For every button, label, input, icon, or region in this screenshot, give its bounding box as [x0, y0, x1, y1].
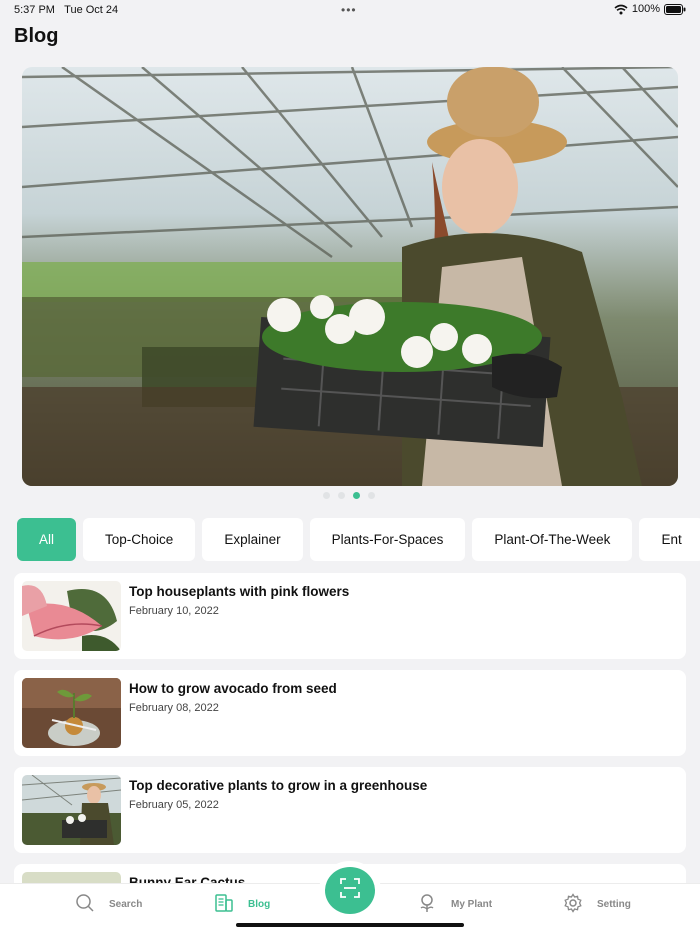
tab-label: My Plant — [451, 898, 493, 910]
post-title: How to grow avocado from seed — [129, 681, 337, 696]
wifi-icon — [614, 4, 628, 15]
scan-icon — [339, 877, 361, 904]
status-indicators: 100% — [614, 3, 686, 15]
multitasking-dots-icon[interactable]: ••• — [341, 3, 357, 17]
post-thumbnail-image — [22, 581, 121, 651]
category-chip-plant-of-the-week[interactable]: Plant-Of-The-Week — [472, 518, 633, 561]
category-chip-top-choice[interactable]: Top-Choice — [83, 518, 196, 561]
post-thumbnail-image — [22, 678, 121, 748]
category-chip-plants-for-spaces[interactable]: Plants-For-Spaces — [309, 518, 466, 561]
tab-search[interactable]: Search — [75, 892, 142, 916]
status-time: 5:37 PM Tue Oct 24 — [14, 4, 119, 16]
post-date: February 05, 2022 — [129, 799, 219, 811]
post-title: Top decorative plants to grow in a green… — [129, 778, 428, 793]
battery-percent: 100% — [631, 3, 660, 15]
tab-label: Setting — [597, 898, 631, 910]
post-title: Top houseplants with pink flowers — [129, 584, 350, 599]
post-date: February 08, 2022 — [129, 702, 219, 714]
carousel-dot-active[interactable] — [353, 492, 360, 499]
featured-banner-image[interactable] — [22, 67, 678, 486]
category-chip-explainer[interactable]: Explainer — [202, 518, 303, 561]
page-title: Blog — [14, 25, 59, 47]
gear-icon — [563, 892, 583, 916]
status-bar: 5:37 PM Tue Oct 24 ••• 100% — [0, 0, 700, 20]
post-date: February 10, 2022 — [129, 605, 219, 617]
category-chip-all[interactable]: All — [17, 518, 77, 561]
category-filter-bar[interactable]: All Top-Choice Explainer Plants-For-Spac… — [17, 518, 700, 561]
tab-blog[interactable]: Blog — [214, 892, 270, 916]
blog-post-card[interactable]: Top houseplants with pink flowers Februa… — [14, 573, 686, 659]
tab-label: Search — [109, 898, 143, 910]
carousel-dot[interactable] — [368, 492, 375, 499]
carousel-dot[interactable] — [338, 492, 345, 499]
tab-label: Blog — [248, 898, 271, 910]
search-icon — [75, 893, 95, 916]
carousel-dot[interactable] — [323, 492, 330, 499]
blog-post-card[interactable]: Top decorative plants to grow in a green… — [14, 767, 686, 853]
category-chip-ent[interactable]: Ent — [639, 518, 700, 561]
tab-setting[interactable]: Setting — [563, 892, 631, 916]
home-indicator — [236, 923, 464, 927]
blog-icon — [214, 893, 234, 916]
tab-my-plant[interactable]: My Plant — [417, 892, 492, 916]
post-thumbnail-image — [22, 775, 121, 845]
carousel-pagination[interactable] — [323, 492, 375, 499]
battery-icon — [664, 3, 686, 15]
blog-post-card[interactable]: How to grow avocado from seed February 0… — [14, 670, 686, 756]
scan-button[interactable] — [325, 867, 375, 914]
plant-icon — [417, 893, 437, 916]
